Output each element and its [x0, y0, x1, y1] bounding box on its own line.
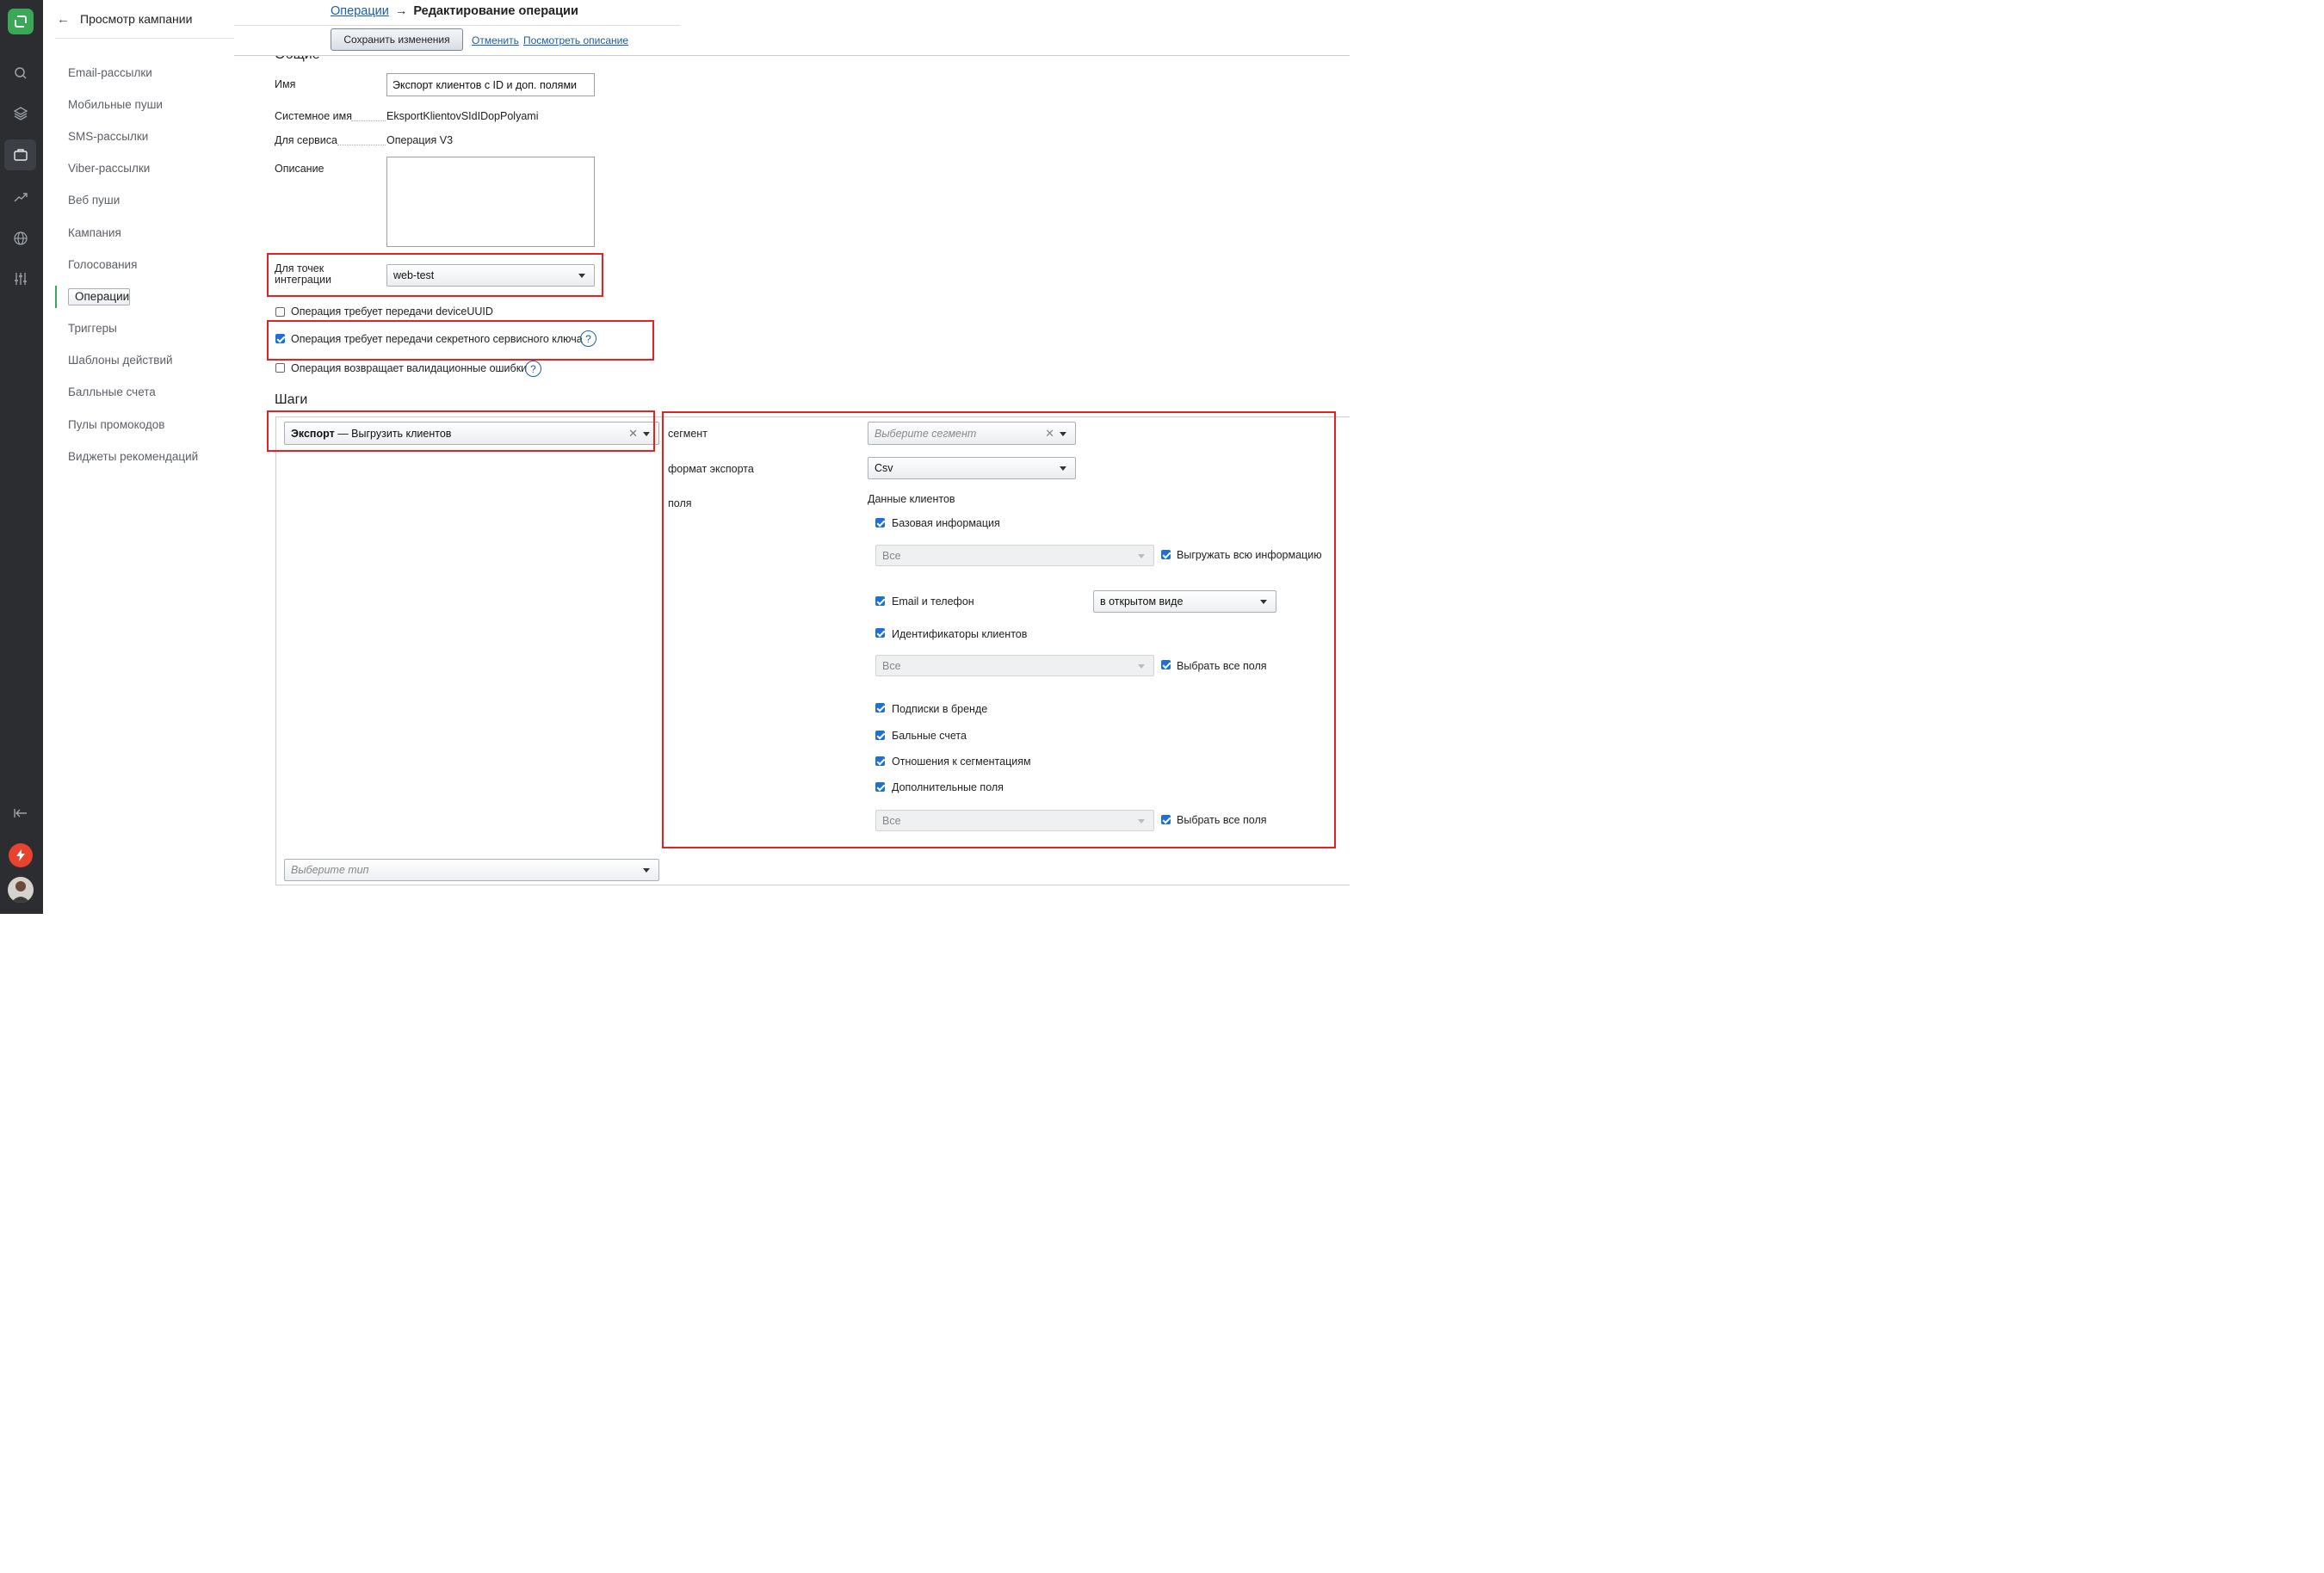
trend-icon[interactable] [11, 188, 30, 207]
nav-item-triggers[interactable]: Триггеры [68, 320, 117, 337]
nav-item-web-push[interactable]: Веб пуши [68, 192, 120, 209]
cancel-link[interactable]: Отменить [472, 34, 519, 46]
collapse-icon[interactable] [11, 804, 30, 823]
breadcrumb-arrow: → [394, 4, 408, 18]
view-description-link[interactable]: Посмотреть описание [523, 34, 628, 46]
validation-errors-checkbox[interactable] [275, 363, 285, 373]
service-value: Операция V3 [386, 134, 454, 146]
sliders-icon[interactable] [11, 269, 30, 288]
description-label: Описание [275, 163, 324, 175]
app-logo[interactable] [8, 9, 34, 34]
search-icon[interactable] [11, 64, 30, 83]
nav-item-sms[interactable]: SMS-рассылки [68, 128, 148, 145]
nav-item-campaign[interactable]: Кампания [68, 225, 121, 242]
service-label: Для сервиса [275, 134, 337, 146]
sysname-dots [351, 120, 386, 121]
highlight-step [267, 410, 655, 452]
nav-item-action-templates[interactable]: Шаблоны действий [68, 352, 173, 369]
sysname-value: EksportKlientovSIdIDopPolyami [386, 110, 539, 122]
avatar[interactable] [8, 877, 34, 903]
chevron-down-icon [643, 868, 650, 873]
add-step-type-placeholder: Выберите тип [291, 864, 369, 876]
highlight-secret-key [267, 320, 654, 361]
device-uuid-checkbox[interactable] [275, 307, 285, 317]
device-uuid-label: Операция требует передачи deviceUUID [291, 305, 493, 318]
nav-item-promo-pools[interactable]: Пулы промокодов [68, 416, 164, 434]
back-title: Просмотр кампании [80, 12, 193, 26]
app-rail [0, 0, 43, 914]
nav-item-email[interactable]: Email-рассылки [68, 65, 152, 82]
nav-active-bar [55, 286, 57, 308]
nav-item-operations[interactable]: Операции [68, 288, 131, 305]
nav-item-polls[interactable]: Голосования [68, 256, 137, 274]
breadcrumb-operations-link[interactable]: Операции [331, 4, 389, 18]
highlight-integration-points [267, 253, 603, 297]
nav-item-viber[interactable]: Viber-рассылки [68, 160, 150, 177]
briefcase-icon[interactable] [11, 145, 30, 164]
sysname-label: Системное имя [275, 110, 353, 122]
help-icon[interactable]: ? [525, 361, 541, 377]
highlight-step-settings [662, 411, 1336, 848]
steps-title: Шаги [275, 392, 308, 407]
validation-errors-label: Операция возвращает валидационные ошибки [291, 362, 528, 374]
add-step-type-select[interactable]: Выберите тип [284, 859, 659, 881]
name-label: Имя [275, 78, 296, 90]
name-input[interactable]: Экспорт клиентов с ID и доп. полями [386, 73, 595, 96]
nav-item-mobile-push[interactable]: Мобильные пуши [68, 96, 163, 114]
nav-item-balances[interactable]: Балльные счета [68, 384, 156, 401]
save-button[interactable]: Сохранить изменения [331, 28, 463, 51]
layers-icon[interactable] [11, 104, 30, 123]
page-title: Редактирование операции [413, 4, 578, 18]
breadcrumb: Операции → Редактирование операции [331, 4, 578, 18]
side-navigation: ← Просмотр кампании Email-рассылки Мобил… [43, 0, 277, 914]
bolt-icon[interactable] [9, 843, 33, 867]
arrow-left-icon: ← [57, 11, 70, 27]
description-textarea[interactable] [386, 157, 595, 247]
nav-item-widgets[interactable]: Виджеты рекомендаций [68, 448, 198, 466]
globe-icon[interactable] [11, 229, 30, 248]
